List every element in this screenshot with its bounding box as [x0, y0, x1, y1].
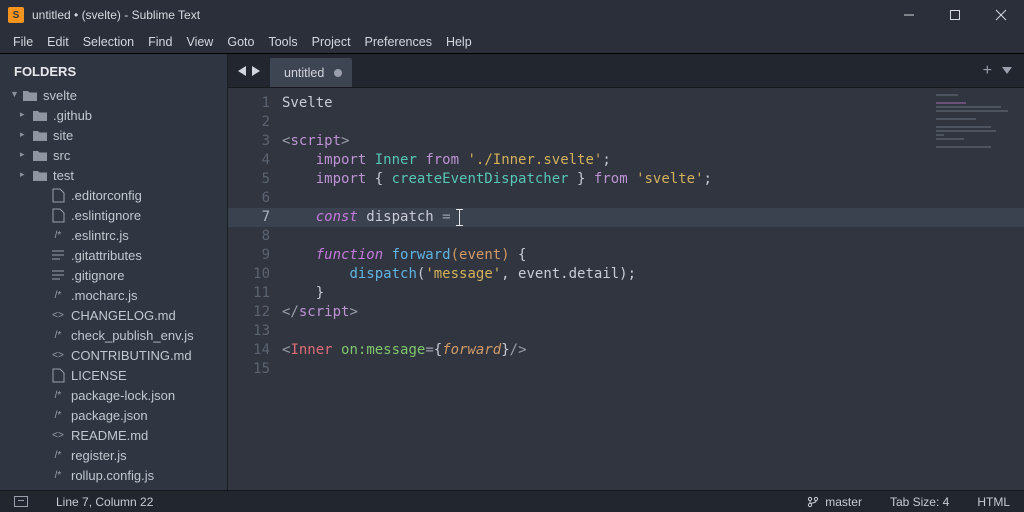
maximize-button[interactable] [932, 0, 978, 30]
minimap[interactable] [936, 94, 1020, 214]
tab-label: untitled [284, 66, 324, 80]
md-icon: <> [50, 348, 66, 362]
file-packagejson[interactable]: /*package.json [0, 405, 227, 425]
folder-test[interactable]: ▸test [0, 165, 227, 185]
file-READMEmd[interactable]: <>README.md [0, 425, 227, 445]
editor-area: untitled + 123456789101112131415 Svelte<… [228, 54, 1024, 490]
minimize-button[interactable] [886, 0, 932, 30]
menu-preferences[interactable]: Preferences [358, 33, 439, 51]
js-icon: /* [50, 328, 66, 342]
file-eslintrcjs[interactable]: /*.eslintrc.js [0, 225, 227, 245]
close-button[interactable] [978, 0, 1024, 30]
menu-tools[interactable]: Tools [261, 33, 304, 51]
panel-toggle-icon[interactable] [14, 496, 28, 507]
folder-icon [32, 168, 48, 182]
folder-site[interactable]: ▸site [0, 125, 227, 145]
file-registerjs[interactable]: /*register.js [0, 445, 227, 465]
file-gitattributes[interactable]: .gitattributes [0, 245, 227, 265]
folder-icon [32, 128, 48, 142]
file-checkpublishenvjs[interactable]: /*check_publish_env.js [0, 325, 227, 345]
folder-root[interactable]: ▼svelte [0, 85, 227, 105]
file-gitignore[interactable]: .gitignore [0, 265, 227, 285]
tab-bar: untitled + [228, 54, 1024, 88]
menu-selection[interactable]: Selection [76, 33, 141, 51]
menu-edit[interactable]: Edit [40, 33, 76, 51]
status-bar: Line 7, Column 22 master Tab Size: 4 HTM… [0, 490, 1024, 512]
file-packagelockjson[interactable]: /*package-lock.json [0, 385, 227, 405]
app-logo-icon: S [8, 7, 24, 23]
folder-github[interactable]: ▸.github [0, 105, 227, 125]
js-icon: /* [50, 288, 66, 302]
git-branch-icon [807, 496, 819, 508]
folder-icon [32, 108, 48, 122]
sidebar[interactable]: FOLDERS ▼svelte▸.github▸site▸src▸test.ed… [0, 54, 228, 490]
file-mocharcjs[interactable]: /*.mocharc.js [0, 285, 227, 305]
tab-overflow-icon[interactable] [1002, 67, 1012, 75]
file-CHANGELOGmd[interactable]: <>CHANGELOG.md [0, 305, 227, 325]
status-tabsize[interactable]: Tab Size: 4 [876, 495, 963, 509]
window-title: untitled • (svelte) - Sublime Text [32, 8, 200, 22]
file-icon [50, 188, 66, 202]
folder-open-icon [22, 88, 38, 102]
js-icon: /* [50, 408, 66, 422]
tab-history-nav[interactable] [228, 54, 270, 87]
file-eslintignore[interactable]: .eslintignore [0, 205, 227, 225]
lines-icon [50, 268, 66, 282]
status-git-branch[interactable]: master [793, 495, 876, 509]
js-icon: /* [50, 448, 66, 462]
line-gutter[interactable]: 123456789101112131415 [228, 88, 282, 490]
folder-icon [32, 148, 48, 162]
js-icon: /* [50, 468, 66, 482]
file-icon [50, 368, 66, 382]
lines-icon [50, 248, 66, 262]
menu-view[interactable]: View [179, 33, 220, 51]
sidebar-header: FOLDERS [0, 62, 227, 85]
menu-find[interactable]: Find [141, 33, 179, 51]
menu-help[interactable]: Help [439, 33, 479, 51]
code-editor[interactable]: Svelte<script> import Inner from './Inne… [282, 88, 1024, 490]
md-icon: <> [50, 308, 66, 322]
folder-src[interactable]: ▸src [0, 145, 227, 165]
status-syntax[interactable]: HTML [963, 495, 1024, 509]
tab-untitled[interactable]: untitled [270, 58, 352, 87]
file-LICENSE[interactable]: LICENSE [0, 365, 227, 385]
menu-goto[interactable]: Goto [220, 33, 261, 51]
file-icon [50, 208, 66, 222]
titlebar: S untitled • (svelte) - Sublime Text [0, 0, 1024, 30]
menu-project[interactable]: Project [305, 33, 358, 51]
new-tab-button[interactable]: + [983, 62, 992, 80]
file-CONTRIBUTINGmd[interactable]: <>CONTRIBUTING.md [0, 345, 227, 365]
file-rollupconfigjs[interactable]: /*rollup.config.js [0, 465, 227, 485]
md-icon: <> [50, 428, 66, 442]
js-icon: /* [50, 228, 66, 242]
js-icon: /* [50, 388, 66, 402]
file-editorconfig[interactable]: .editorconfig [0, 185, 227, 205]
menu-bar: FileEditSelectionFindViewGotoToolsProjec… [0, 30, 1024, 54]
menu-file[interactable]: File [6, 33, 40, 51]
unsaved-dot-icon [334, 69, 342, 77]
status-cursor[interactable]: Line 7, Column 22 [42, 495, 167, 509]
